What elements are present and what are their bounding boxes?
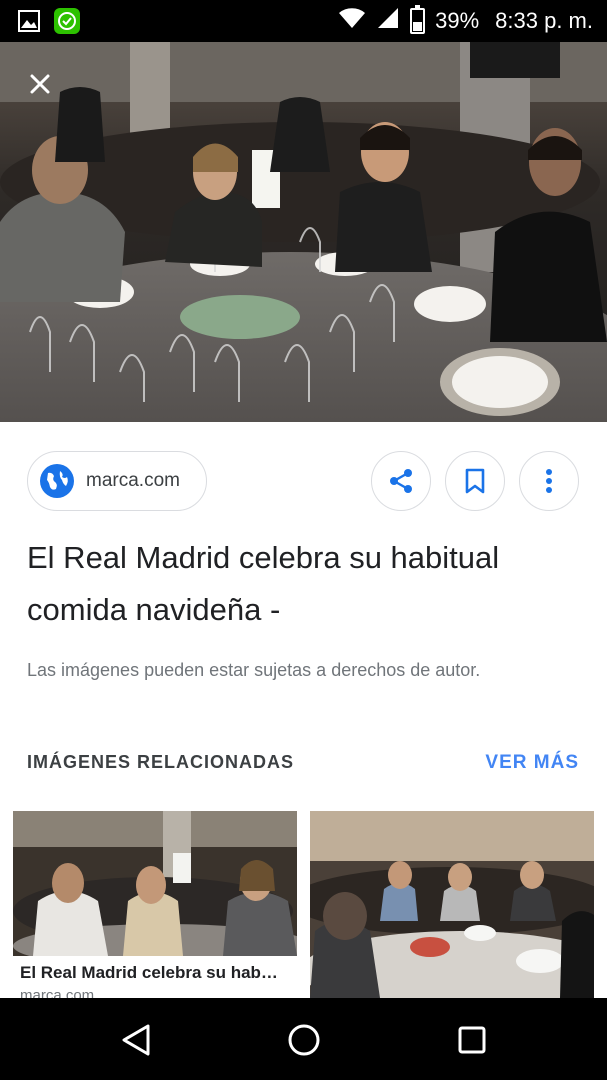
related-image-card[interactable]: El Real Madrid celebra su hab… marca.com xyxy=(13,811,297,998)
battery-percent: 39% xyxy=(435,8,480,33)
wifi-icon xyxy=(338,6,366,36)
related-images-heading: IMÁGENES RELACIONADAS xyxy=(27,752,295,772)
related-image-thumbnail xyxy=(13,811,297,968)
more-vert-icon xyxy=(546,469,552,493)
back-icon xyxy=(122,1024,150,1056)
related-image-source: marca.com xyxy=(20,987,95,998)
home-icon xyxy=(288,1024,320,1056)
back-button[interactable] xyxy=(116,1020,156,1060)
see-more-link[interactable]: VER MÁS xyxy=(485,752,579,774)
clock: 8:33 p. m. xyxy=(495,8,593,33)
recents-icon xyxy=(458,1026,486,1054)
more-options-button[interactable] xyxy=(519,451,579,511)
save-button[interactable] xyxy=(445,451,505,511)
related-image-caption: El Real Madrid celebra su hab… xyxy=(20,963,278,982)
image-notification-icon xyxy=(18,10,40,37)
source-link[interactable]: marca.com xyxy=(27,451,207,511)
navigation-bar xyxy=(0,998,607,1080)
globe-icon xyxy=(40,464,74,498)
wechat-app-icon xyxy=(54,8,80,39)
share-button[interactable] xyxy=(371,451,431,511)
bookmark-icon xyxy=(465,468,485,494)
related-image-thumbnail xyxy=(310,811,594,998)
status-bar: 39% 8:33 p. m. xyxy=(0,0,607,42)
source-domain: marca.com xyxy=(86,470,180,491)
main-photo-illustration xyxy=(0,42,607,422)
image-title[interactable]: El Real Madrid celebra su habitual comid… xyxy=(27,532,587,636)
battery-icon xyxy=(410,5,426,34)
home-button[interactable] xyxy=(284,1020,324,1060)
close-icon xyxy=(30,74,50,94)
related-image-card[interactable] xyxy=(310,811,594,998)
cell-signal-icon xyxy=(376,6,400,36)
recents-button[interactable] xyxy=(452,1020,492,1060)
close-button[interactable] xyxy=(18,62,62,106)
copyright-notice: Las imágenes pueden estar sujetas a dere… xyxy=(27,660,481,680)
main-photo[interactable] xyxy=(0,42,607,422)
share-icon xyxy=(390,469,412,493)
